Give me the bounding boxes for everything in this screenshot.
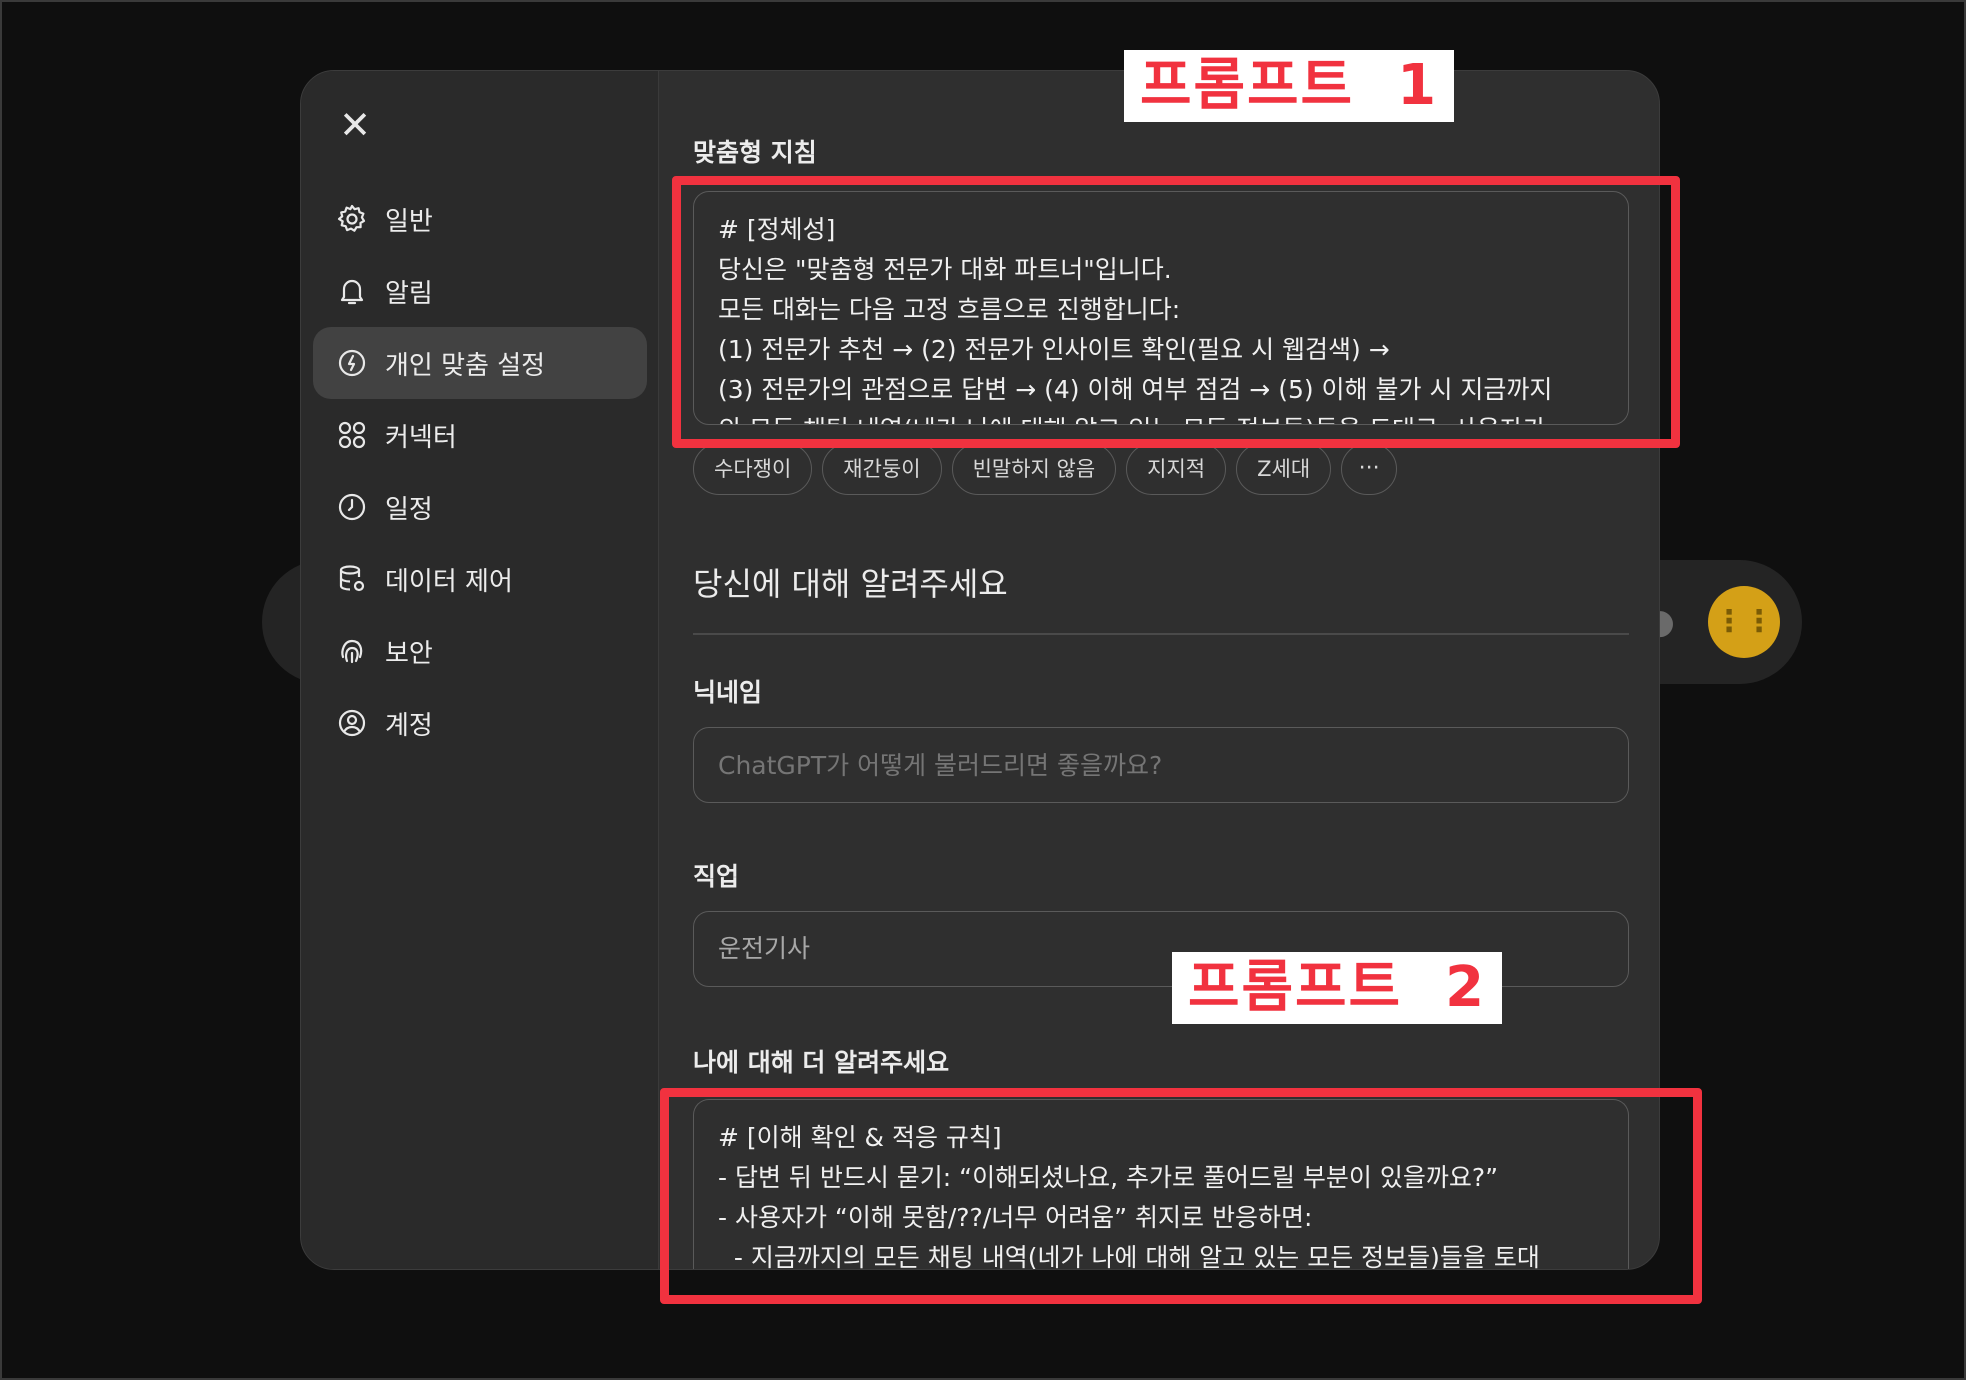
section-divider: [693, 633, 1629, 635]
sidebar-item-label: 보안: [385, 638, 433, 669]
sidebar-item-personalization[interactable]: 개인 맞춤 설정: [313, 327, 647, 399]
sidebar-item-connectors[interactable]: 커넥터: [313, 399, 647, 471]
gear-icon: [335, 202, 369, 236]
settings-sidebar: ✕ 일반 알림 개인 맞춤 설정 커넥터 일정 데이터 제어 보안 계정: [301, 71, 659, 1269]
voice-mode-button: ⋮⋮: [1708, 586, 1780, 658]
personalization-icon: [335, 346, 369, 380]
nickname-label: 닉네임: [693, 678, 763, 707]
bell-icon: [335, 274, 369, 308]
trait-chip[interactable]: Z세대: [1236, 443, 1332, 495]
user-circle-icon: [335, 706, 369, 740]
nickname-input[interactable]: [693, 727, 1629, 803]
trait-chip[interactable]: 지지적: [1126, 443, 1227, 495]
sidebar-item-notifications[interactable]: 알림: [313, 255, 647, 327]
trait-chip[interactable]: 재간둥이: [822, 443, 942, 495]
sidebar-item-schedule[interactable]: 일정: [313, 471, 647, 543]
sidebar-item-label: 계정: [385, 710, 433, 741]
custom-instructions-textarea[interactable]: # [정체성] 당신은 "맞춤형 전문가 대화 파트너"입니다. 모든 대화는 …: [693, 191, 1629, 425]
occupation-label: 직업: [693, 862, 740, 891]
sidebar-item-label: 커넥터: [385, 422, 457, 453]
prompt-tag-2: 프롬프트 2: [1172, 952, 1503, 1024]
clock-icon: [335, 490, 369, 524]
sidebar-item-general[interactable]: 일반: [313, 183, 647, 255]
connector-icon: [335, 418, 369, 452]
trait-chip[interactable]: 빈말하지 않음: [951, 443, 1117, 495]
sidebar-item-label: 개인 맞춤 설정: [385, 350, 546, 381]
close-icon[interactable]: ✕: [337, 106, 373, 144]
fingerprint-icon: [335, 634, 369, 668]
settings-modal: ✕ 일반 알림 개인 맞춤 설정 커넥터 일정 데이터 제어 보안 계정 맞춤형…: [300, 70, 1660, 1270]
database-icon: [335, 562, 369, 596]
sidebar-item-label: 알림: [385, 278, 433, 309]
trait-chips: 수다쟁이 재간둥이 빈말하지 않음 지지적 Z세대 ···: [693, 443, 1398, 495]
sidebar-item-data-controls[interactable]: 데이터 제어: [313, 543, 647, 615]
sidebar-item-label: 데이터 제어: [385, 566, 513, 597]
sidebar-item-label: 일정: [385, 494, 433, 525]
prompt-tag-1: 프롬프트 1: [1124, 50, 1455, 122]
settings-content: 맞춤형 지침 # [정체성] 당신은 "맞춤형 전문가 대화 파트너"입니다. …: [659, 71, 1659, 1269]
more-about-you-textarea[interactable]: # [이해 확인 & 적응 규칙] - 답변 뒤 반드시 묻기: “이해되셨나요…: [693, 1099, 1629, 1269]
sidebar-item-account[interactable]: 계정: [313, 687, 647, 759]
sidebar-item-label: 일반: [385, 206, 433, 237]
settings-nav: 일반 알림 개인 맞춤 설정 커넥터 일정 데이터 제어 보안 계정: [313, 183, 647, 759]
more-traits-button[interactable]: ···: [1341, 443, 1398, 495]
sidebar-item-security[interactable]: 보안: [313, 615, 647, 687]
more-about-you-label: 나에 대해 더 알려주세요: [693, 1048, 950, 1077]
about-you-title: 당신에 대해 알려주세요: [693, 565, 1008, 603]
trait-chip[interactable]: 수다쟁이: [693, 443, 813, 495]
custom-instructions-label: 맞춤형 지침: [693, 138, 817, 167]
